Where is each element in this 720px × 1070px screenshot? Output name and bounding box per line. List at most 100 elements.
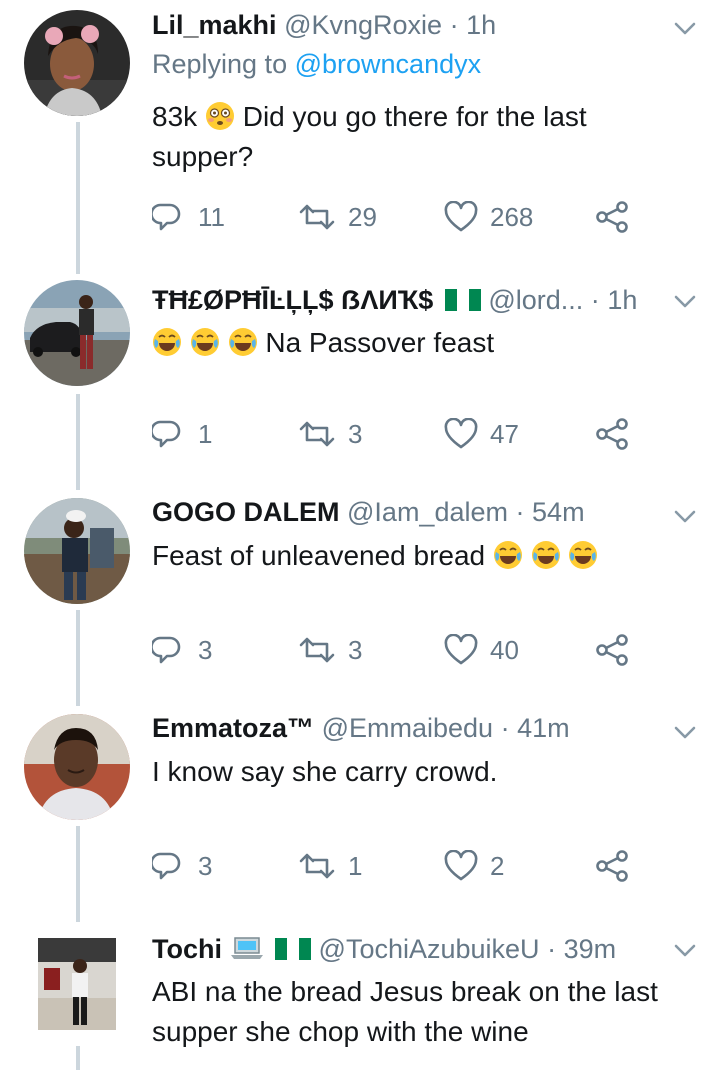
display-name[interactable]: Lil_makhi [152,10,277,40]
flushed-face-emoji [205,102,234,130]
tweet-header: Lil_makhi @KvngRoxie · 1h [152,5,496,45]
nigeria-flag-icon [275,938,312,960]
like-button[interactable]: 40 [444,630,519,670]
like-button[interactable]: 47 [444,414,519,454]
display-name[interactable]: ŦĦ£ØPĦĪĿĻĻ$ ẞΛИҠ$ [152,285,433,315]
reply-button[interactable]: 3 [152,846,212,886]
display-name[interactable]: Tochi [152,934,222,964]
share-button[interactable] [596,630,628,670]
heart-icon [444,201,478,232]
tweet-header: GOGO DALEM @Iam_dalem · 54m [152,492,585,532]
like-button[interactable]: 2 [444,846,504,886]
text-body: Na Passover feast [265,327,495,358]
share-button[interactable] [596,414,628,454]
chevron-down-icon[interactable] [674,726,696,740]
tears-of-joy-emoji [493,540,523,570]
separator: · [449,10,459,40]
user-handle[interactable]: @Iam_dalem [347,497,508,527]
replying-label: Replying to [152,49,288,79]
reply-button[interactable]: 11 [152,197,225,237]
display-name[interactable]: GOGO DALEM [152,497,340,527]
retweet-count: 3 [348,418,363,449]
avatar[interactable] [24,10,130,116]
timestamp[interactable]: 39m [564,934,617,964]
share-button[interactable] [596,846,628,886]
avatar[interactable] [38,938,116,1030]
avatar[interactable] [24,498,130,604]
heart-icon [444,850,478,881]
text-line-1: ABI na the bread Jesus break on the last [152,976,658,1007]
reply-count: 11 [198,201,225,232]
retweet-count: 1 [348,850,363,881]
chevron-down-icon[interactable] [674,22,696,36]
thread-line [76,610,80,706]
reply-icon [152,852,181,880]
reply-icon [152,203,181,231]
thread-line [76,122,80,274]
like-count: 2 [490,850,505,881]
reply-count: 3 [198,634,213,665]
share-icon [596,634,628,666]
reply-icon [152,636,181,664]
tweet-header: Tochi @TochiAzubuikeU · 39m [152,929,616,969]
timestamp[interactable]: 1h [466,10,496,40]
tweet-1[interactable]: Lil_makhi @KvngRoxie · 1h Replying to @b… [0,0,720,274]
retweet-icon [299,204,335,230]
mention-link[interactable]: @browncandyx [295,49,482,79]
user-handle[interactable]: @TochiAzubuikeU [319,934,540,964]
retweet-icon [299,637,335,663]
user-handle[interactable]: @Emmaibedu [322,713,493,743]
reply-button[interactable]: 3 [152,630,212,670]
share-button[interactable] [596,197,628,237]
avatar[interactable] [24,714,130,820]
tweet-2[interactable]: ŦĦ£ØPĦĪĿĻĻ$ ẞΛИҠ$ @lord... · 1h Na Passo… [0,270,720,490]
text-body: Did you go there for the last [242,101,587,132]
chevron-down-icon[interactable] [674,510,696,524]
replying-to: Replying to @browncandyx [152,44,481,84]
timestamp[interactable]: 41m [517,713,570,743]
separator: · [590,285,600,315]
retweet-count: 3 [348,634,363,665]
user-handle[interactable]: @KvngRoxie [284,10,442,40]
tweet-header: Emmatoza™ @Emmaibedu · 41m [152,708,570,748]
like-button[interactable]: 268 [444,197,533,237]
chevron-down-icon[interactable] [674,944,696,958]
tweet-text: I know say she carry crowd. [152,752,697,792]
text-body: I know say she carry crowd. [152,756,498,787]
user-handle[interactable]: @lord... [488,285,583,315]
timestamp[interactable]: 1h [607,285,637,315]
retweet-button[interactable]: 1 [298,846,362,886]
tears-of-joy-emoji [227,327,258,357]
text-line-2: supper? [152,141,254,172]
share-icon [596,418,628,450]
reply-icon [152,420,181,448]
thread-line [76,826,80,922]
chevron-down-icon[interactable] [674,295,696,309]
timestamp[interactable]: 54m [532,497,585,527]
nigeria-flag-icon [444,289,481,311]
display-name[interactable]: Emmatoza™ [152,713,314,743]
retweet-button[interactable]: 3 [298,630,362,670]
reply-count: 3 [198,850,213,881]
laptop-emoji [230,937,263,959]
heart-icon [444,634,478,665]
retweet-icon [299,853,335,879]
tweet-3[interactable]: GOGO DALEM @Iam_dalem · 54m Feast of unl… [0,486,720,706]
retweet-button[interactable]: 3 [298,414,362,454]
text-line-2: supper she chop with the wine [152,1016,529,1047]
tears-of-joy-emoji [530,540,561,570]
tweet-text: Feast of unleavened bread [152,536,697,576]
separator: · [500,713,510,743]
text-prefix: 83k [152,101,198,132]
tweet-4[interactable]: Emmatoza™ @Emmaibedu · 41m I know say sh… [0,702,720,922]
reply-button[interactable]: 1 [152,414,212,454]
avatar[interactable] [24,280,130,386]
share-icon [596,850,628,882]
tears-of-joy-emoji [189,327,220,357]
retweet-button[interactable]: 29 [298,197,377,237]
tweet-5[interactable]: Tochi @TochiAzubuikeU · 39m ABI na the b… [0,918,720,1070]
thread-line [76,1046,80,1070]
tweet-text: Na Passover feast [152,323,697,363]
thread-line [76,394,80,490]
retweet-icon [299,421,335,447]
